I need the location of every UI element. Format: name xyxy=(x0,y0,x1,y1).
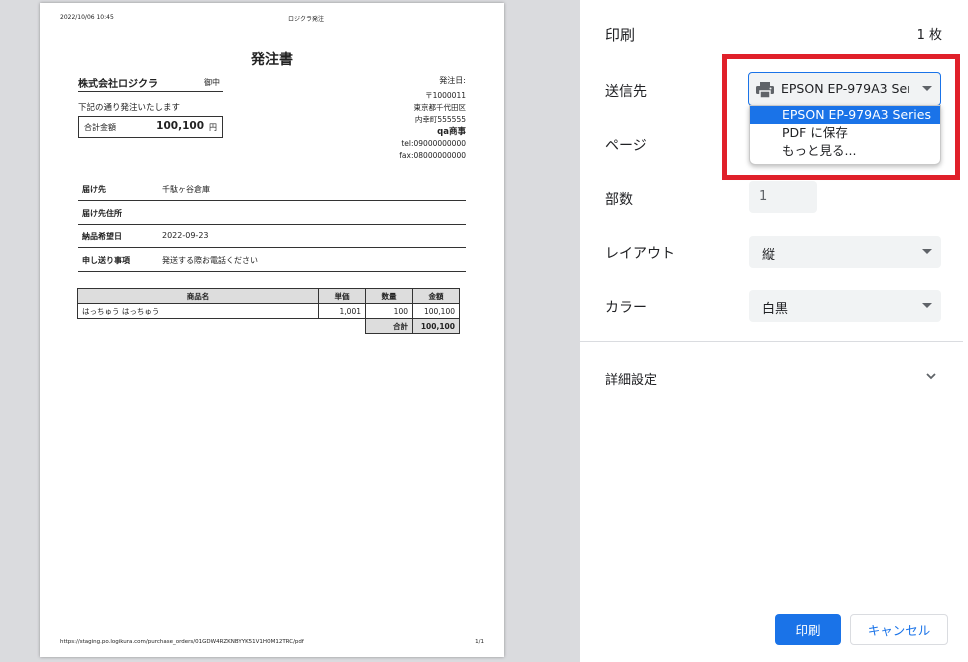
sender-postal: 〒1000011 xyxy=(425,91,466,100)
table-row: はっちゅう はっちゅう 1,001 100 100,100 xyxy=(77,303,460,319)
info-row-delivery-address: 届け先住所 xyxy=(78,202,466,225)
info-label: 届け先 xyxy=(82,185,106,194)
page-footer-url: https://staging.po.logikura.com/purchase… xyxy=(60,639,304,645)
more-settings-toggle[interactable]: 詳細設定 xyxy=(605,369,657,388)
copies-value: 1 xyxy=(759,189,768,204)
destination-option-save-pdf[interactable]: PDF に保存 xyxy=(750,124,940,142)
color-label: カラー xyxy=(605,300,647,316)
print-preview-area: 2022/10/06 10:45 ロジクラ発注 発注書 株式会社ロジクラ 御中 … xyxy=(0,0,580,662)
cancel-button[interactable]: キャンセル xyxy=(850,614,948,645)
destination-option-see-more[interactable]: もっと見る... xyxy=(750,142,940,160)
column-header: 商品名 xyxy=(77,288,319,304)
page-footer-number: 1/1 xyxy=(475,639,484,645)
copies-input[interactable]: 1 xyxy=(749,181,817,213)
destination-value: EPSON EP-979A3 Series xyxy=(781,81,909,96)
destination-option-epson[interactable]: EPSON EP-979A3 Series xyxy=(750,106,940,124)
dropdown-arrow-icon xyxy=(922,303,932,308)
order-date-label: 発注日: xyxy=(439,76,466,85)
section-divider xyxy=(580,341,968,342)
table-sum-row: 合計 100,100 xyxy=(78,318,460,334)
items-table: 商品名 単価 数量 金額 はっちゅう はっちゅう 1,001 100 100,1… xyxy=(77,288,460,334)
info-value: 千駄ヶ谷倉庫 xyxy=(162,185,210,194)
sender-name: qa商事 xyxy=(437,127,466,137)
sender-address2: 内幸町555555 xyxy=(414,115,466,124)
cell-product-name: はっちゅう はっちゅう xyxy=(77,303,319,319)
color-value: 白黒 xyxy=(762,302,789,317)
layout-value: 縦 xyxy=(762,248,776,263)
printer-icon xyxy=(755,81,775,103)
recipient-company: 株式会社ロジクラ xyxy=(78,79,158,90)
cell-price: 1,001 xyxy=(318,303,366,319)
intro-text: 下記の通り発注いたします xyxy=(78,103,181,113)
dropdown-arrow-icon xyxy=(922,86,932,91)
recipient-honorific: 御中 xyxy=(204,78,220,87)
page-header-date: 2022/10/06 10:45 xyxy=(60,14,114,21)
document-title: 発注書 xyxy=(251,52,293,68)
print-settings-panel: 印刷 1 枚 送信先 EPSON EP-979A3 Series EPSON E… xyxy=(580,0,968,662)
column-header: 単価 xyxy=(318,288,366,304)
color-select[interactable]: 白黒 xyxy=(749,290,941,322)
info-value: 2022-09-23 xyxy=(162,231,209,240)
print-button[interactable]: 印刷 xyxy=(775,614,841,645)
column-header: 数量 xyxy=(365,288,413,304)
sheet-count: 1 枚 xyxy=(916,28,942,43)
destination-label: 送信先 xyxy=(605,84,647,100)
layout-select[interactable]: 縦 xyxy=(749,236,941,268)
sum-value: 100,100 xyxy=(412,318,460,334)
recipient-underline xyxy=(78,91,223,92)
sender-fax: fax:08000000000 xyxy=(399,151,466,160)
destination-dropdown-list: EPSON EP-979A3 Series PDF に保存 もっと見る... xyxy=(749,105,941,165)
page-header-title: ロジクラ発注 xyxy=(288,16,325,23)
info-label: 申し送り事項 xyxy=(82,256,130,265)
info-row-delivery-date: 納品希望日 2022-09-23 xyxy=(78,225,466,248)
pages-label: ページ xyxy=(605,138,647,154)
info-value: 発送する際お電話ください xyxy=(162,256,258,265)
sender-tel: tel:09000000000 xyxy=(401,139,466,148)
blank-cell xyxy=(78,319,366,334)
copies-label: 部数 xyxy=(605,192,633,208)
cell-qty: 100 xyxy=(365,303,413,319)
sender-block: 〒1000011 東京都千代田区 内幸町555555 qa商事 tel:0900… xyxy=(399,90,466,162)
sum-label: 合計 xyxy=(365,318,413,334)
total-label: 合計金額 xyxy=(84,123,116,132)
sender-address1: 東京都千代田区 xyxy=(413,103,467,112)
panel-title: 印刷 xyxy=(605,26,636,44)
total-value: 100,100 xyxy=(156,120,204,132)
total-amount-box: 合計金額 100,100 円 xyxy=(78,116,223,138)
chevron-down-icon[interactable] xyxy=(924,368,938,387)
info-label: 納品希望日 xyxy=(82,232,122,241)
table-header-row: 商品名 単価 数量 金額 xyxy=(77,288,460,304)
info-row-delivery-to: 届け先 千駄ヶ谷倉庫 xyxy=(78,178,466,201)
destination-select[interactable]: EPSON EP-979A3 Series xyxy=(748,72,941,106)
cell-amount: 100,100 xyxy=(412,303,460,319)
right-edge-background xyxy=(963,0,968,662)
info-label: 届け先住所 xyxy=(82,209,122,218)
layout-label: レイアウト xyxy=(605,246,675,262)
dropdown-arrow-icon xyxy=(922,249,932,254)
preview-page: 2022/10/06 10:45 ロジクラ発注 発注書 株式会社ロジクラ 御中 … xyxy=(40,3,504,657)
info-row-notes: 申し送り事項 発送する際お電話ください xyxy=(78,249,466,272)
total-unit: 円 xyxy=(209,123,217,132)
column-header: 金額 xyxy=(412,288,460,304)
